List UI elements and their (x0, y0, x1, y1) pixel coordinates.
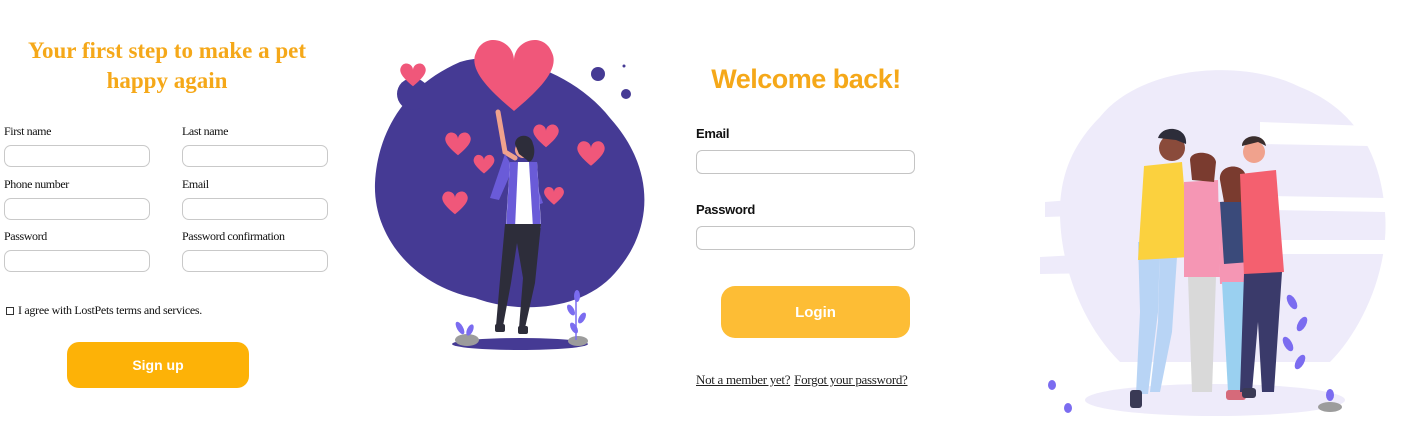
terms-checkbox[interactable] (6, 306, 14, 315)
login-password-input[interactable] (696, 226, 915, 250)
password-confirmation-label: Password confirmation (182, 229, 285, 243)
friends-group-illustration (1040, 70, 1386, 416)
terms-label: I agree with LostPets terms and services… (18, 303, 202, 317)
phone-number-label: Phone number (4, 177, 69, 191)
signup-title: Your first step to make a pet happy agai… (27, 38, 307, 93)
terms-agreement: I agree with LostPets terms and services… (6, 303, 202, 318)
password-input[interactable] (4, 250, 150, 272)
first-name-label: First name (4, 124, 51, 138)
login-title: Welcome back! (711, 64, 901, 94)
login-links: Not a member yet? Forgot your password? (696, 372, 908, 388)
not-member-link[interactable]: Not a member yet? (696, 372, 790, 388)
hearts-woman-illustration (374, 40, 645, 350)
phone-number-input[interactable] (4, 198, 150, 220)
password-confirmation-input[interactable] (182, 250, 328, 272)
last-name-input[interactable] (182, 145, 328, 167)
login-password-label: Password (696, 202, 756, 217)
first-name-input[interactable] (4, 145, 150, 167)
login-button[interactable]: Login (721, 286, 910, 338)
email-input[interactable] (182, 198, 328, 220)
login-email-input[interactable] (696, 150, 915, 174)
last-name-label: Last name (182, 124, 229, 138)
password-label: Password (4, 229, 47, 243)
forgot-password-link[interactable]: Forgot your password? (794, 372, 908, 388)
email-label: Email (182, 177, 209, 191)
signup-button[interactable]: Sign up (67, 342, 249, 388)
login-email-label: Email (696, 126, 730, 141)
